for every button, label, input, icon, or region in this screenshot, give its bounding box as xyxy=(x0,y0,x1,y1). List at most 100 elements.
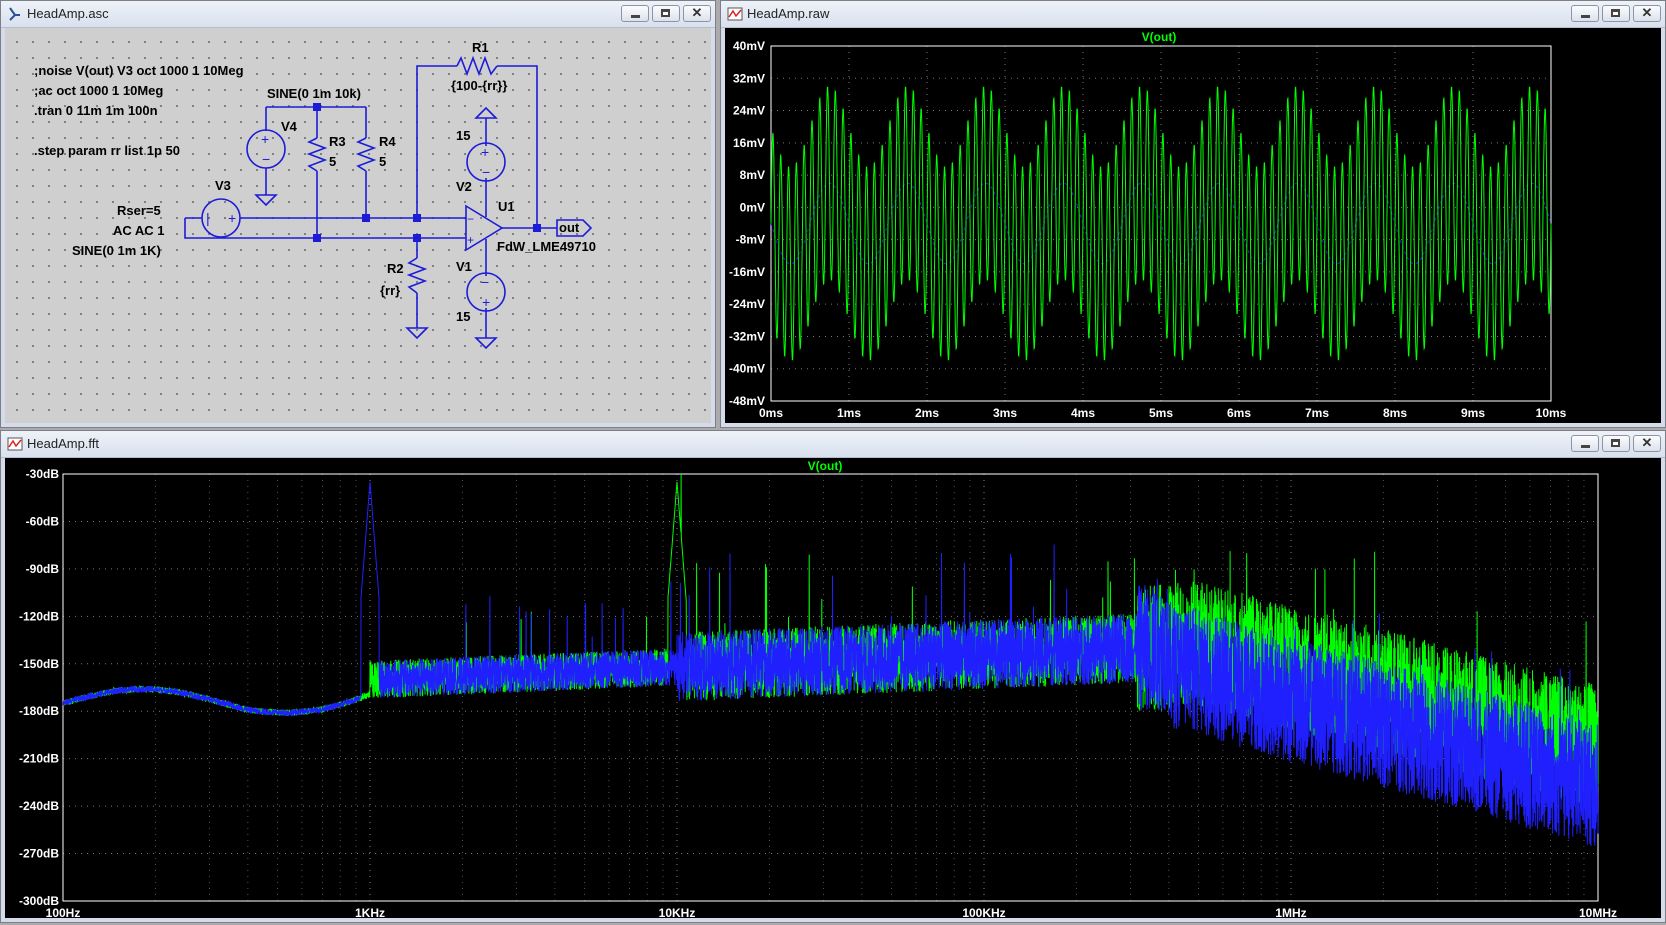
time-plot-maximize-button[interactable] xyxy=(1602,5,1630,22)
v4-value: SINE(0 1m 10k) xyxy=(267,86,361,101)
r1-value: {100-{rr}} xyxy=(451,78,507,93)
fft-x-tick-label: 10KHz xyxy=(659,906,696,920)
time-x-tick-label: 6ms xyxy=(1227,406,1251,420)
schematic-window: HeadAmp.asc ✕ ;noise V(out) V3 oct 1000 … xyxy=(0,0,716,428)
fft-x-tick-label: 1MHz xyxy=(1275,906,1306,920)
fft-trace-label[interactable]: V(out) xyxy=(808,459,843,473)
schematic-minimize-button[interactable] xyxy=(621,5,649,22)
r3-name: R3 xyxy=(329,134,346,149)
time-plot-window: HeadAmp.raw ✕ V(out) 40mV 32mV 24mV 16mV 8mV… xyxy=(720,0,1666,428)
time-x-tick-label: 0ms xyxy=(759,406,783,420)
v3-ac: AC AC 1 xyxy=(113,223,165,238)
time-x-tick-label: 5ms xyxy=(1149,406,1173,420)
time-plot-canvas[interactable]: V(out) 40mV 32mV 24mV 16mV 8mV 0mV -8mV -16mV -2… xyxy=(725,28,1661,423)
r2-resistor-symbol xyxy=(406,257,428,294)
time-y-tick-label: 8mV xyxy=(740,168,765,182)
time-x-tick-label: 7ms xyxy=(1305,406,1329,420)
r2-value: {rr} xyxy=(380,283,400,298)
fft-y-tick-label: -30dB xyxy=(26,467,60,481)
r4-name: R4 xyxy=(379,134,396,149)
directive-noise: ;noise V(out) V3 oct 1000 1 10Meg xyxy=(34,63,244,78)
fft-y-tick-label: -90dB xyxy=(26,562,60,576)
directive-ac: ;ac oct 1000 1 10Meg xyxy=(34,83,163,98)
v2-name: V2 xyxy=(456,179,472,194)
time-x-tick-label: 3ms xyxy=(993,406,1017,420)
svg-text:|: | xyxy=(206,210,210,226)
r4-value: 5 xyxy=(379,154,386,169)
svg-text:−: − xyxy=(467,212,474,226)
time-y-tick-label: -32mV xyxy=(729,329,765,343)
u1-name: U1 xyxy=(498,199,515,214)
waveform-app-icon xyxy=(727,7,743,21)
out-net-label: out xyxy=(559,220,580,235)
time-y-tick-label: -24mV xyxy=(729,297,765,311)
schematic-drawing: ;noise V(out) V3 oct 1000 1 10Meg ;ac oc… xyxy=(34,40,596,350)
time-y-tick-label: 40mV xyxy=(733,39,765,53)
fft-plot-svg: V(out) -30dB -60dB -90dB -120dB -150dB -180dB… xyxy=(19,459,1617,920)
time-y-tick-label: -8mV xyxy=(736,233,765,247)
fft-x-tick-label: 10MHz xyxy=(1579,906,1617,920)
time-y-tick-label: -40mV xyxy=(729,362,765,376)
time-x-tick-label: 9ms xyxy=(1461,406,1485,420)
v3-name: V3 xyxy=(215,178,231,193)
schematic-maximize-button[interactable] xyxy=(652,5,680,22)
directive-tran: .tran 0 11m 1m 100n xyxy=(34,103,158,118)
r1-name: R1 xyxy=(472,40,489,55)
fft-plot-maximize-button[interactable] xyxy=(1602,435,1630,452)
fft-x-tick-label: 100Hz xyxy=(46,906,81,920)
fft-plot-title: HeadAmp.fft xyxy=(27,436,100,451)
maximize-icon xyxy=(1611,9,1620,17)
fft-y-tick-label: -150dB xyxy=(19,657,59,671)
fft-plot-titlebar[interactable]: HeadAmp.fft ✕ xyxy=(1,431,1665,458)
maximize-icon xyxy=(1611,439,1620,447)
svg-text:+: + xyxy=(481,144,489,160)
time-plot-titlebar[interactable]: HeadAmp.raw ✕ xyxy=(721,1,1665,28)
time-trace-label[interactable]: V(out) xyxy=(1142,30,1177,44)
time-series-green xyxy=(770,86,1552,361)
time-plot-close-button[interactable]: ✕ xyxy=(1633,5,1661,22)
v1-value: 15 xyxy=(456,309,470,324)
svg-text:−: − xyxy=(262,151,270,167)
fft-x-tick-label: 1KHz xyxy=(355,906,385,920)
fft-plot-minimize-button[interactable] xyxy=(1571,435,1599,452)
svg-text:−: − xyxy=(481,274,489,290)
v3-rser: Rser=5 xyxy=(117,203,161,218)
r3-resistor-symbol xyxy=(306,137,328,172)
fft-y-tick-label: -60dB xyxy=(26,514,60,528)
time-plot-minimize-button[interactable] xyxy=(1571,5,1599,22)
close-icon: ✕ xyxy=(691,5,703,20)
r1-resistor-symbol xyxy=(456,55,498,77)
time-y-tick-label: 24mV xyxy=(733,104,765,118)
v3-sine: SINE(0 1m 1K) xyxy=(72,243,161,258)
time-plot-title: HeadAmp.raw xyxy=(747,6,830,21)
v4-name: V4 xyxy=(281,119,298,134)
svg-text:+: + xyxy=(261,131,269,147)
svg-text:+: + xyxy=(482,294,490,310)
u1-model: FdW_LME49710 xyxy=(497,239,596,254)
svg-text:+: + xyxy=(228,210,236,226)
maximize-icon xyxy=(661,9,670,17)
time-plot-svg: V(out) 40mV 32mV 24mV 16mV 8mV 0mV -8mV -16mV -2… xyxy=(729,30,1567,420)
fft-plot-canvas[interactable]: V(out) -30dB -60dB -90dB -120dB -150dB -180dB… xyxy=(5,458,1661,920)
close-icon: ✕ xyxy=(1641,435,1653,450)
v2-value: 15 xyxy=(456,128,470,143)
time-y-tick-label: 0mV xyxy=(740,200,765,214)
schematic-close-button[interactable]: ✕ xyxy=(683,5,711,22)
time-y-tick-label: 16mV xyxy=(733,136,765,150)
wires xyxy=(184,55,593,350)
fft-plot-window: HeadAmp.fft ✕ V(out) -30dB -60dB -90dB -120… xyxy=(0,430,1666,923)
time-x-tick-label: 1ms xyxy=(837,406,861,420)
v1-name: V1 xyxy=(456,259,472,274)
schematic-titlebar[interactable]: HeadAmp.asc ✕ xyxy=(1,1,715,28)
time-x-tick-label: 10ms xyxy=(1536,406,1567,420)
svg-text:−: − xyxy=(482,164,490,180)
schematic-canvas[interactable]: ;noise V(out) V3 oct 1000 1 10Meg ;ac oc… xyxy=(5,28,711,423)
fft-plot-close-button[interactable]: ✕ xyxy=(1633,435,1661,452)
fft-x-tick-label: 100KHz xyxy=(962,906,1005,920)
fft-y-tick-label: -210dB xyxy=(19,752,59,766)
r3-value: 5 xyxy=(329,154,336,169)
time-x-tick-label: 8ms xyxy=(1383,406,1407,420)
directive-step: .step param rr list 1p 50 xyxy=(34,143,180,158)
fft-y-tick-label: -270dB xyxy=(19,847,59,861)
waveform-app-icon xyxy=(7,437,23,451)
